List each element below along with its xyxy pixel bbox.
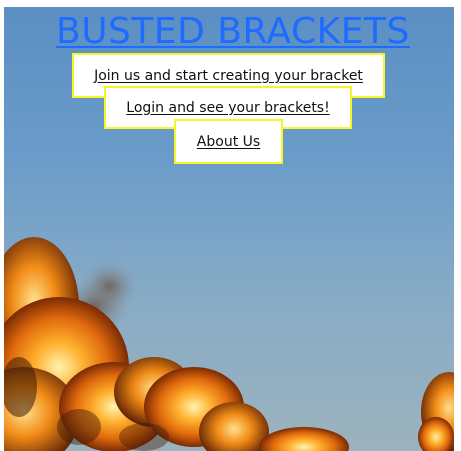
signup-button-label: Join us and start creating your bracket xyxy=(94,67,363,84)
about-us-button[interactable]: About Us xyxy=(174,119,283,164)
about-us-button-label: About Us xyxy=(196,133,261,150)
site-title-link[interactable]: BUSTED BRACKETS xyxy=(56,11,410,52)
login-button-label: Login and see your brackets! xyxy=(126,99,330,116)
page-frame: BUSTED BRACKETS Join us and start creati… xyxy=(4,7,454,451)
